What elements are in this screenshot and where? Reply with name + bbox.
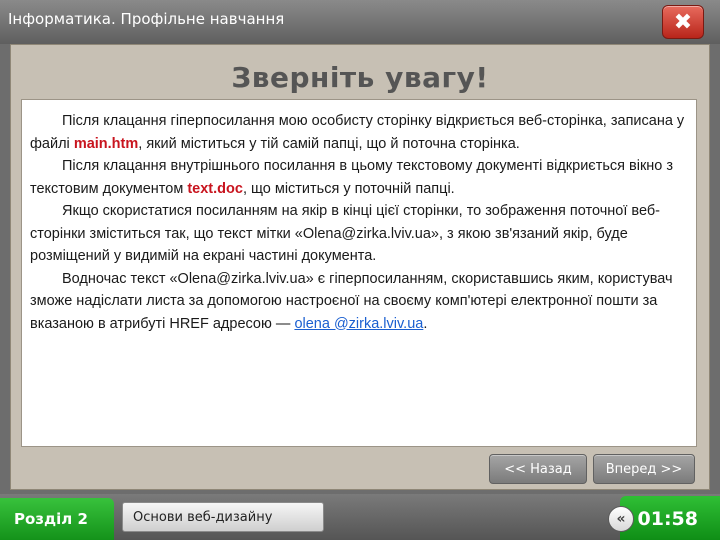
app-title-text: Інформатика. Профільне навчання (8, 10, 285, 28)
close-icon: ✖ (673, 9, 693, 35)
file-name-main-htm: main.htm (73, 135, 139, 152)
file-name-text-doc: text.doc (187, 180, 243, 197)
email-link[interactable]: olena @zirka.lviv.ua (294, 316, 423, 332)
title-bar: Інформатика. Профільне навчання ✖ (0, 0, 720, 44)
timer-box: « 01:58 (608, 496, 720, 540)
chevron-left-icon[interactable]: « (608, 506, 634, 532)
back-button[interactable]: << Назад (489, 454, 587, 484)
section-label: Розділ 2 (14, 510, 88, 528)
paragraph-2: Після клацання внутрішнього посилання в … (30, 155, 688, 200)
forward-button[interactable]: Вперед >> (593, 454, 695, 484)
slide-frame: Зверніть увагу! Після клацання гіперпоси… (10, 44, 710, 490)
close-button[interactable]: ✖ (662, 5, 704, 39)
topic-label: Основи веб-дизайну (133, 509, 273, 525)
topic-button[interactable]: Основи веб-дизайну (122, 502, 324, 532)
bottom-bar: Розділ 2 Основи веб-дизайну « 01:58 (0, 494, 720, 540)
content-text-box: Після клацання гіперпосилання мою особис… (21, 99, 697, 447)
paragraph-2-text-b: , що міститься у поточній папці. (242, 180, 455, 197)
paragraph-1: Після клацання гіперпосилання мою особис… (30, 110, 688, 155)
app-title: Інформатика. Профільне навчання (4, 10, 284, 28)
section-button[interactable]: Розділ 2 (0, 498, 114, 540)
slide-heading: Зверніть увагу! (231, 61, 489, 94)
paragraph-4-text-b: . (423, 315, 428, 332)
paragraph-1-text-b: , який міститься у тій самій папці, що й… (138, 135, 520, 152)
timer-text: 01:58 (637, 508, 698, 530)
paragraph-4: Водночас текст «Olena@zirka.lviv.ua» є г… (30, 268, 688, 336)
paragraph-3: Якщо скористатися посиланням на якір в к… (30, 203, 660, 264)
